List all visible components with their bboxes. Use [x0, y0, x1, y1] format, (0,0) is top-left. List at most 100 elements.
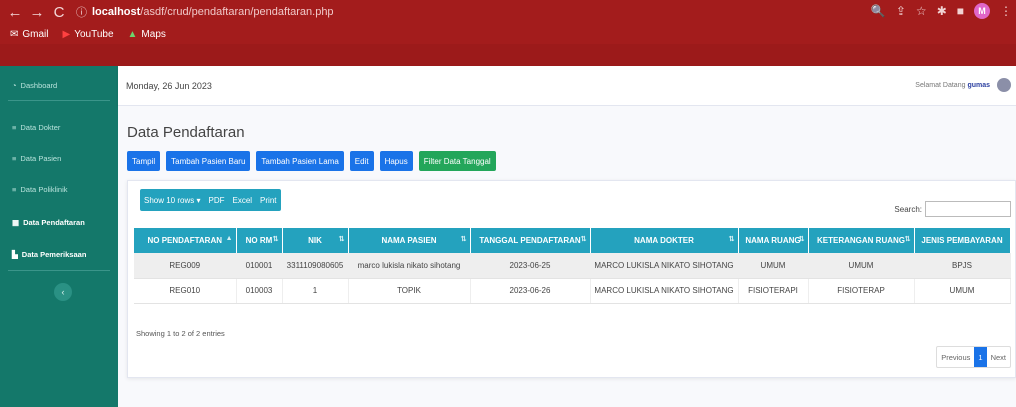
column-header[interactable]: NIK ⇅: [282, 228, 349, 253]
bookmark-label: Maps: [141, 28, 166, 40]
table-info: Showing 1 to 2 of 2 entries: [136, 329, 225, 338]
sidebar-item-label: Data Poliklinik: [20, 185, 68, 194]
gmail-icon: ✉: [10, 28, 19, 40]
search-box: Search:: [894, 201, 1011, 217]
print-button[interactable]: Print: [256, 189, 281, 211]
registration-table: NO PENDAFTARAN ▲ NO RM ⇅ NIK ⇅ NAMA PASIEN ⇅…: [134, 228, 1011, 304]
excel-button[interactable]: Excel: [228, 189, 257, 211]
table-cell: UMUM: [738, 253, 809, 279]
bookmark-label: YouTube: [74, 28, 114, 40]
sidebar-item-label: Data Pemeriksaan: [21, 250, 87, 259]
maps-icon: ▲: [127, 28, 138, 40]
user-avatar-icon[interactable]: [997, 78, 1011, 92]
hapus-button[interactable]: Hapus: [379, 151, 413, 171]
sidebar: ◔ Dashboard ≡ Data Dokter ≡ Data Pasien …: [0, 66, 118, 407]
forward-icon[interactable]: →: [26, 1, 48, 23]
greeting-text: Selamat Datang: [915, 82, 966, 89]
table-row[interactable]: REG010 010003 1 TOPIK 2023-06-26 MARCO L…: [134, 278, 1011, 304]
action-buttons: Tampil Tambah Pasien Baru Tambah Pasien …: [127, 151, 496, 171]
topbar: Monday, 26 Jun 2023 Selamat Datang gumas: [118, 66, 1016, 106]
column-header[interactable]: NAMA RUANG ⇅: [738, 228, 809, 253]
next-button[interactable]: Next: [987, 347, 1010, 367]
sidebar-item-data-pendaftaran[interactable]: ▦ Data Pendaftaran: [12, 218, 85, 227]
previous-button[interactable]: Previous: [937, 347, 974, 367]
table-card: Show 10 rows ▾ PDF Excel Print Search: N…: [127, 180, 1016, 378]
page-1-button[interactable]: 1: [974, 347, 987, 367]
table-cell: 010001: [236, 253, 283, 279]
table-cell: marco lukisla nikato sihotang: [348, 253, 471, 279]
tampil-button[interactable]: Tampil: [127, 151, 161, 171]
list-icon: ≡: [12, 154, 17, 163]
sidebar-toggle-icon[interactable]: ‹: [54, 283, 72, 301]
table-cell: 3311109080605: [282, 253, 349, 279]
tambah-pasien-baru-button[interactable]: Tambah Pasien Baru: [166, 151, 251, 171]
table-cell: 1: [282, 278, 349, 304]
sidebar-item-label: Data Pendaftaran: [23, 218, 85, 227]
browser-actions: 🔍 ⇪ ☆ ✱ ■ M ⋮: [871, 3, 1012, 19]
edit-button[interactable]: Edit: [349, 151, 374, 171]
sidebar-item-data-poliklinik[interactable]: ≡ Data Poliklinik: [12, 185, 68, 194]
sidebar-item-data-dokter[interactable]: ≡ Data Dokter: [12, 123, 60, 132]
bookmark-maps[interactable]: ▲ Maps: [128, 29, 166, 40]
profile-avatar[interactable]: M: [974, 3, 990, 19]
show-rows-button[interactable]: Show 10 rows ▾: [140, 189, 205, 211]
sidebar-divider: [8, 100, 110, 101]
sort-asc-icon: ▲: [225, 235, 233, 242]
list-icon: ≡: [12, 185, 17, 194]
app-header-bar: [0, 44, 1016, 66]
youtube-icon: ▶: [62, 28, 71, 40]
reload-icon[interactable]: C: [48, 1, 70, 23]
bookmark-youtube[interactable]: ▶ YouTube: [63, 29, 114, 40]
sidepanel-icon[interactable]: ■: [957, 4, 964, 18]
column-header[interactable]: NO PENDAFTARAN ▲: [134, 228, 237, 253]
tambah-pasien-lama-button[interactable]: Tambah Pasien Lama: [256, 151, 344, 171]
zoom-icon[interactable]: 🔍: [871, 4, 886, 18]
url-path: /asdf/crud/pendaftaran/pendaftaran.php: [140, 6, 334, 18]
sort-icon: ⇅: [728, 236, 735, 243]
sidebar-item-label: Dashboard: [20, 81, 58, 90]
sidebar-item-data-pemeriksaan[interactable]: ▙ Data Pemeriksaan: [12, 250, 86, 259]
table-cell: FISIOTERAPI: [738, 278, 809, 304]
info-icon[interactable]: ⓘ: [76, 4, 87, 20]
bookmark-label: Gmail: [22, 28, 49, 40]
column-header[interactable]: NO RM ⇅: [236, 228, 283, 253]
browser-chrome: ← → C ⓘ localhost /asdf/crud/pendaftaran…: [0, 0, 1016, 44]
column-header[interactable]: NAMA DOKTER ⇅: [590, 228, 739, 253]
sort-icon: ⇅: [798, 236, 805, 243]
column-header[interactable]: KETERANGAN RUANG ⇅: [808, 228, 915, 253]
table-icon: ▦: [12, 218, 20, 227]
column-header[interactable]: JENIS PEMBAYARAN: [914, 228, 1011, 253]
table-cell: REG009: [134, 253, 237, 279]
url-host: localhost: [92, 6, 141, 18]
menu-icon[interactable]: ⋮: [1000, 4, 1012, 18]
table-cell: 2023-06-25: [470, 253, 591, 279]
extensions-icon[interactable]: ✱: [937, 4, 947, 18]
table-header-row: NO PENDAFTARAN ▲ NO RM ⇅ NIK ⇅ NAMA PASIEN ⇅…: [134, 228, 1011, 253]
dashboard-icon: ◔: [12, 81, 17, 90]
search-input[interactable]: [925, 201, 1011, 217]
sidebar-item-data-pasien[interactable]: ≡ Data Pasien: [12, 154, 61, 163]
star-icon[interactable]: ☆: [916, 4, 927, 18]
table-cell: REG010: [134, 278, 237, 304]
username: gumas: [967, 82, 990, 89]
bookmark-gmail[interactable]: ✉ Gmail: [10, 29, 49, 40]
column-header[interactable]: TANGGAL PENDAFTARAN ⇅: [470, 228, 591, 253]
table-cell: TOPIK: [348, 278, 471, 304]
address-bar[interactable]: ⓘ localhost /asdf/crud/pendaftaran/penda…: [76, 4, 334, 20]
chart-icon: ▙: [12, 250, 18, 259]
table-row[interactable]: REG009 010001 3311109080605 marco lukisl…: [134, 253, 1011, 279]
list-icon: ≡: [12, 123, 17, 132]
sort-icon: ⇅: [338, 236, 345, 243]
sort-icon: ⇅: [460, 236, 467, 243]
user-greeting[interactable]: Selamat Datang gumas: [915, 82, 990, 89]
column-header[interactable]: NAMA PASIEN ⇅: [348, 228, 471, 253]
back-icon[interactable]: ←: [4, 1, 26, 23]
filter-tanggal-button[interactable]: Filter Data Tanggal: [418, 151, 496, 171]
sidebar-item-dashboard[interactable]: ◔ Dashboard: [12, 81, 57, 90]
table-cell: FISIOTERAP: [808, 278, 915, 304]
pdf-button[interactable]: PDF: [204, 189, 229, 211]
table-cell: 2023-06-26: [470, 278, 591, 304]
share-icon[interactable]: ⇪: [896, 4, 906, 18]
bookmarks-bar: ✉ Gmail ▶ YouTube ▲ Maps: [0, 24, 1016, 44]
table-cell: BPJS: [914, 253, 1011, 279]
